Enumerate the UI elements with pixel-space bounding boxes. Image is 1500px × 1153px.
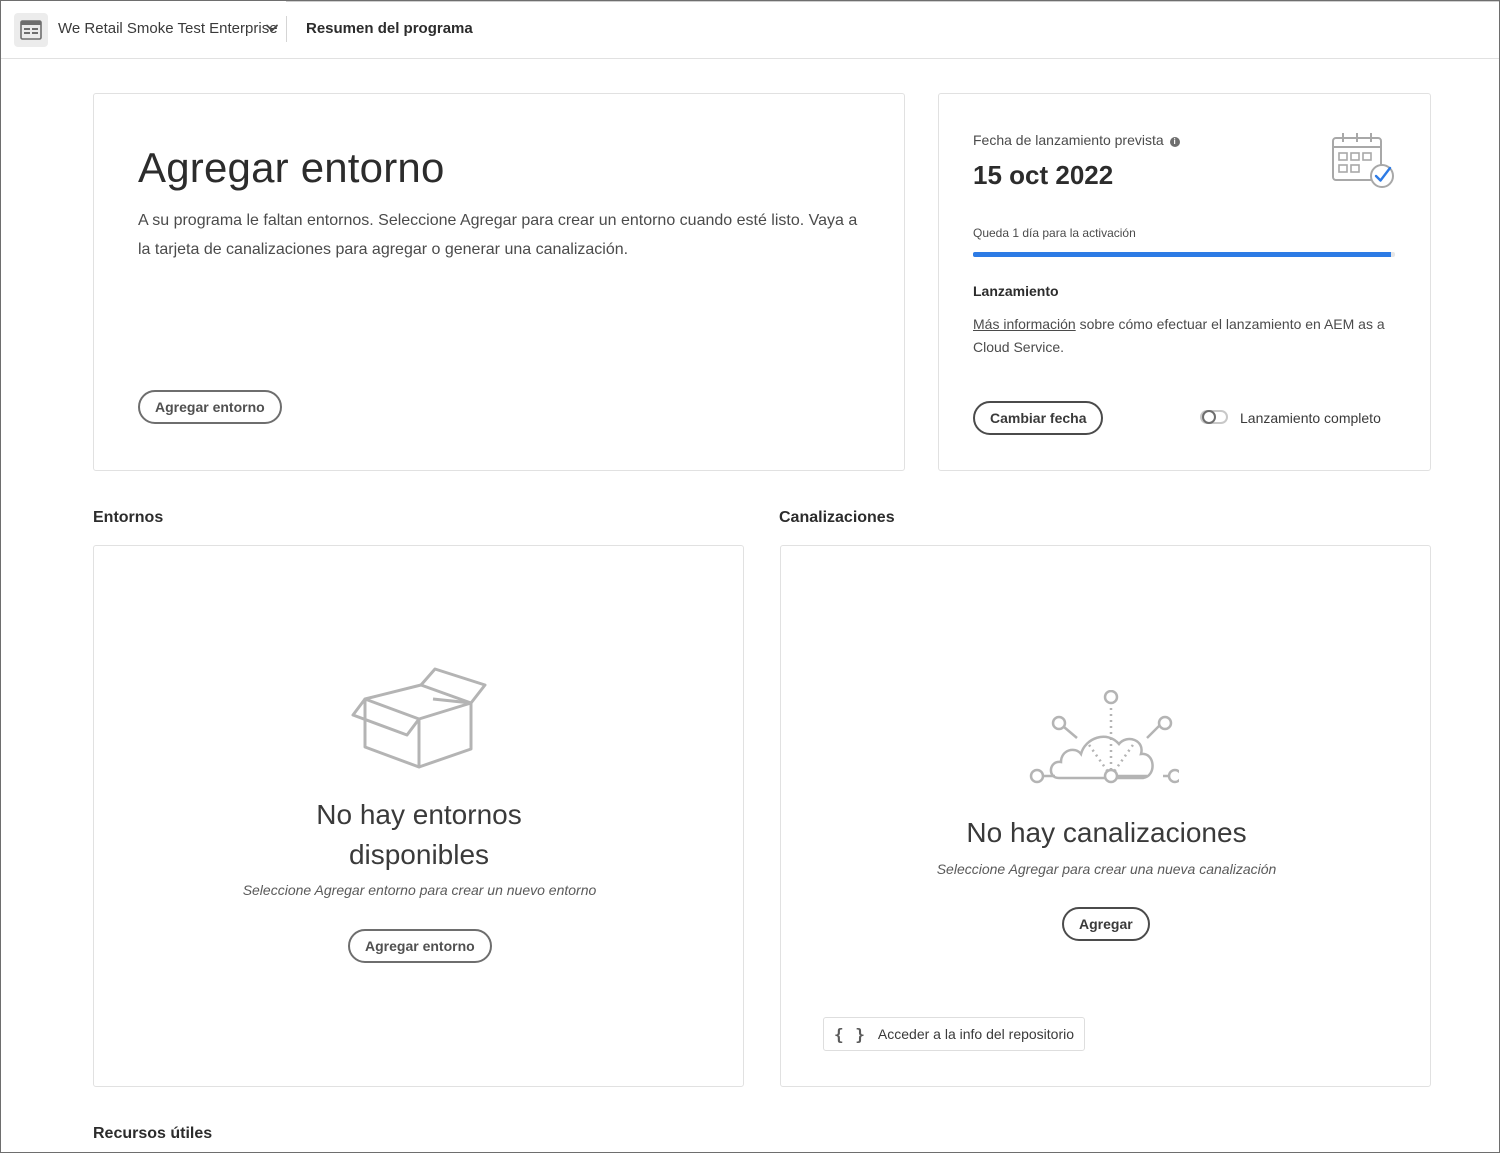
add-environment-description: A su programa le faltan entornos. Selecc… <box>138 212 858 258</box>
chevron-down-icon[interactable] <box>265 21 279 35</box>
golive-progress-fill <box>973 252 1391 257</box>
repository-info-label: Acceder a la info del repositorio <box>877 1026 1075 1042</box>
golive-date: 15 oct 2022 <box>973 160 1114 190</box>
golive-date-label: Fecha de lanzamiento prevista i <box>973 132 1180 148</box>
golive-section-title: Lanzamiento <box>973 283 1059 299</box>
add-environment-title: Agregar entorno <box>138 144 445 191</box>
golive-complete-label: Lanzamiento completo <box>1240 410 1381 426</box>
page-title: Resumen del programa <box>306 20 473 37</box>
pipelines-add-button[interactable]: Agregar <box>1062 907 1150 941</box>
change-date-button[interactable]: Cambiar fecha <box>973 401 1104 435</box>
golive-remaining-text: Queda 1 día para la activación <box>973 226 1136 240</box>
golive-date-label-text: Fecha de lanzamiento prevista <box>973 132 1164 148</box>
golive-help-text: Más información sobre cómo efectuar el l… <box>973 313 1403 359</box>
environments-empty-subtitle: Seleccione Agregar entorno para crear un… <box>242 882 597 898</box>
code-braces-icon: { } <box>834 1024 866 1044</box>
repository-info-link[interactable]: { } Acceder a la info del repositorio <box>823 1017 1086 1051</box>
top-bar: We Retail Smoke Test Enterprise Resumen … <box>0 0 1500 59</box>
golive-card: Fecha de lanzamiento prevista i 15 oct 20… <box>938 93 1431 471</box>
learn-more-link[interactable]: Más información <box>973 316 1076 332</box>
calendar-check-icon <box>1332 133 1394 188</box>
pipelines-card: No hay canalizaciones Seleccione Agregar… <box>780 545 1431 1087</box>
program-switcher-label[interactable]: We Retail Smoke Test Enterprise <box>58 20 278 37</box>
golive-progress-bar <box>973 252 1395 257</box>
add-environment-card: Agregar entorno A su programa le faltan … <box>93 93 905 471</box>
pipelines-empty-subtitle: Seleccione Agregar para crear una nueva … <box>936 861 1277 877</box>
top-bar-accent-line <box>286 0 1500 2</box>
program-icon[interactable] <box>14 13 48 47</box>
golive-complete-toggle[interactable] <box>1200 410 1228 424</box>
environments-empty-title: No hay entornos disponibles <box>316 799 522 870</box>
environments-add-button[interactable]: Agregar entorno <box>348 929 492 963</box>
pipelines-heading: Canalizaciones <box>779 509 895 526</box>
resources-heading: Recursos útiles <box>93 1125 213 1142</box>
environments-heading: Entornos <box>93 509 164 526</box>
pipelines-empty-title: No hay canalizaciones <box>966 817 1247 848</box>
info-icon[interactable]: i <box>1169 137 1180 147</box>
toggle-knob <box>1202 410 1216 424</box>
cloud-network-icon <box>1029 690 1179 784</box>
environments-card: No hay entornos disponibles Seleccione A… <box>93 545 744 1087</box>
add-environment-button[interactable]: Agregar entorno <box>138 390 282 424</box>
empty-box-icon <box>351 667 487 769</box>
header-divider <box>286 16 287 42</box>
